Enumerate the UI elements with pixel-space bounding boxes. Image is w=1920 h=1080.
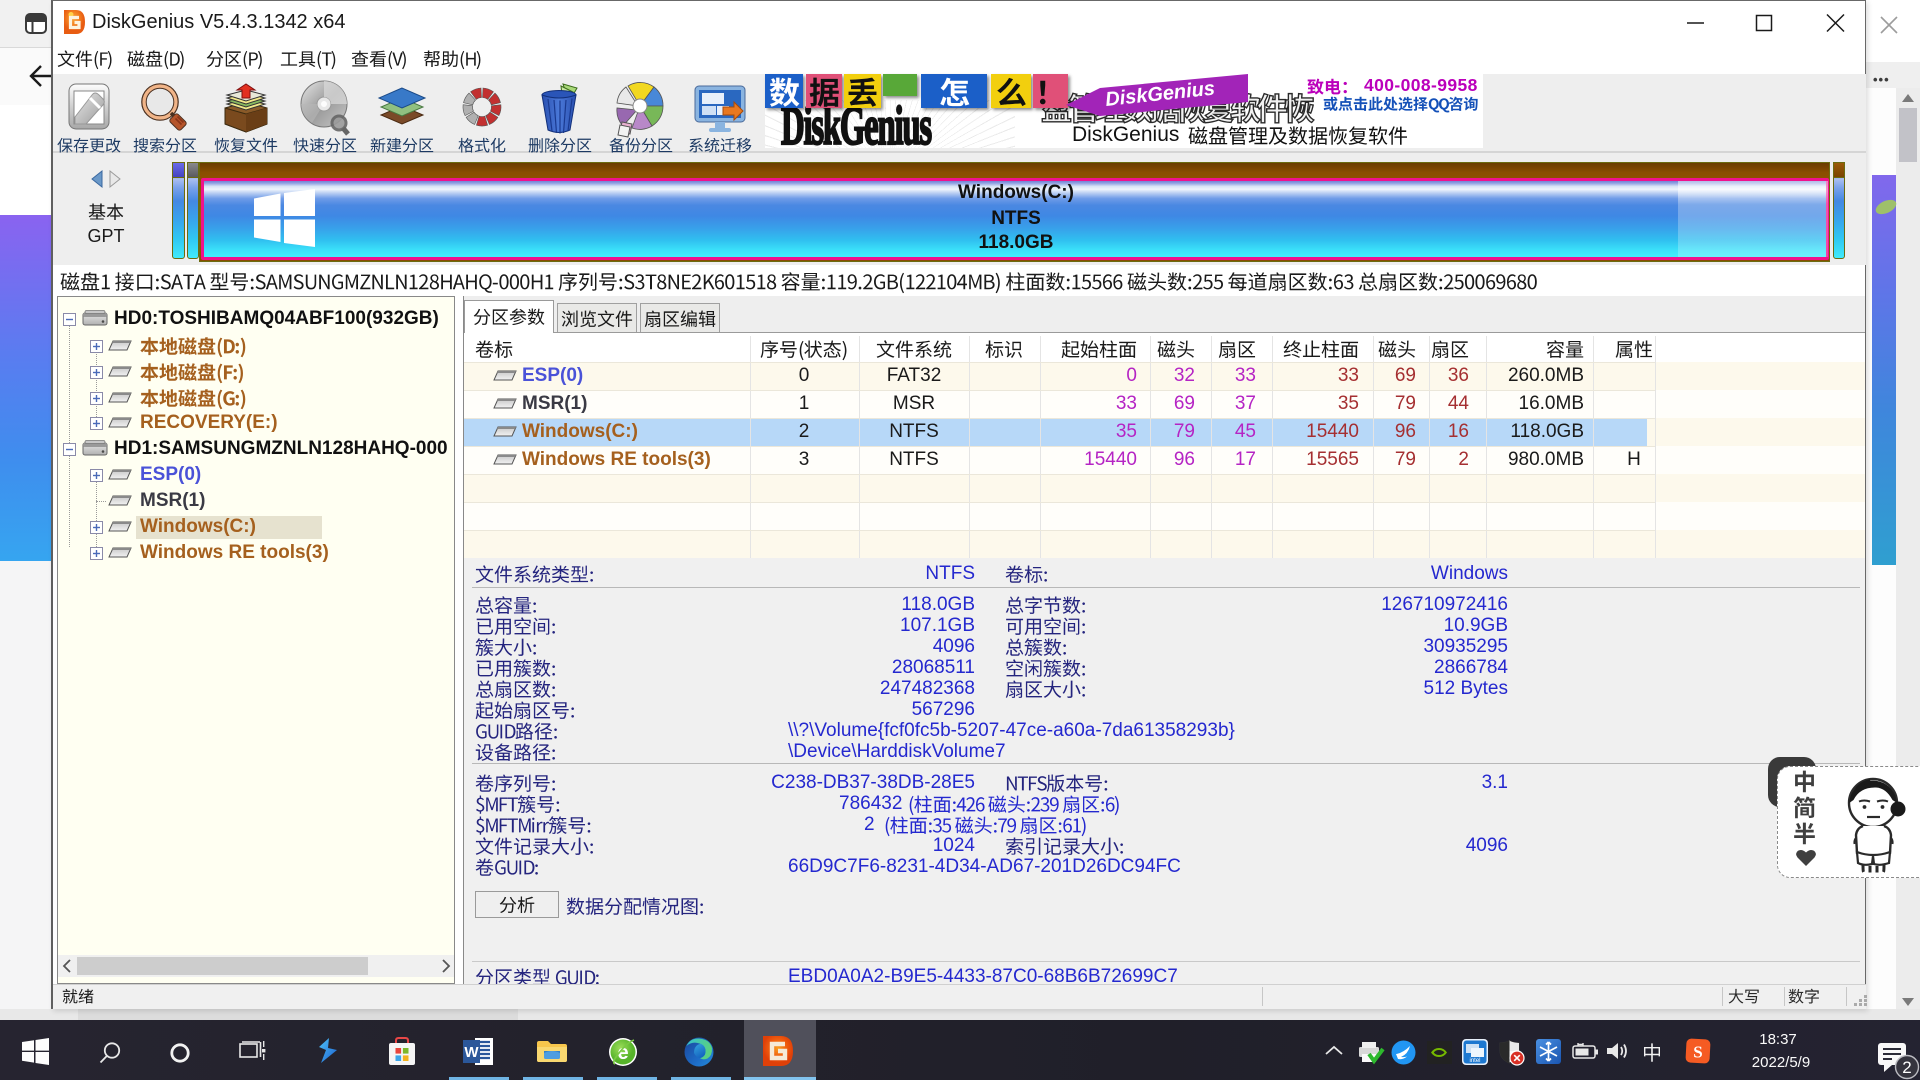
svg-text:intel: intel xyxy=(1469,1058,1480,1064)
svg-text:S: S xyxy=(1693,1043,1702,1062)
svg-text:2: 2 xyxy=(1902,1058,1911,1077)
svg-text:W: W xyxy=(464,1044,479,1061)
